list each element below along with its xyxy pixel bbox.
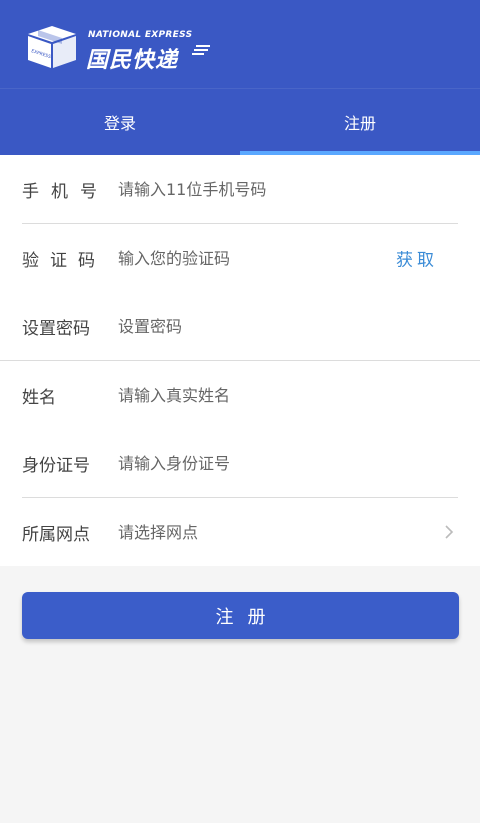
app-header: EXPRESS NATIONAL EXPRESS 国民快递 登录 注册 bbox=[0, 0, 480, 155]
brand-logo: EXPRESS NATIONAL EXPRESS 国民快递 bbox=[26, 24, 226, 73]
register-form: 手机号 验证码 获取 设置密码 姓名 身份证号 所属网点 bbox=[0, 155, 480, 566]
get-code-button[interactable]: 获取 bbox=[396, 246, 438, 271]
register-button[interactable]: 注册 bbox=[22, 592, 459, 639]
speed-lines-icon bbox=[192, 45, 210, 55]
tab-login-label: 登录 bbox=[103, 114, 136, 133]
code-label: 验证码 bbox=[22, 250, 106, 271]
tab-register[interactable]: 注册 bbox=[240, 89, 480, 155]
code-row: 验证码 获取 bbox=[0, 224, 480, 292]
branch-label: 所属网点 bbox=[22, 524, 90, 545]
phone-row: 手机号 bbox=[0, 155, 480, 223]
tab-register-label: 注册 bbox=[343, 114, 376, 133]
phone-label: 手机号 bbox=[22, 181, 109, 202]
id-number-label: 身份证号 bbox=[22, 455, 90, 476]
password-label: 设置密码 bbox=[22, 318, 90, 339]
id-number-row: 身份证号 bbox=[0, 429, 480, 497]
name-row: 姓名 bbox=[0, 361, 480, 429]
password-row: 设置密码 bbox=[0, 292, 480, 360]
brand-chinese-name: 国民快递 bbox=[86, 48, 179, 73]
password-input[interactable] bbox=[118, 306, 378, 346]
id-number-input[interactable] bbox=[118, 443, 378, 483]
auth-tabs: 登录 注册 bbox=[0, 88, 480, 155]
tab-login[interactable]: 登录 bbox=[0, 89, 240, 155]
code-input[interactable] bbox=[118, 238, 378, 278]
name-input[interactable] bbox=[118, 375, 378, 415]
branch-row[interactable]: 所属网点 bbox=[0, 498, 480, 566]
branch-select[interactable] bbox=[118, 512, 378, 552]
chevron-right-icon bbox=[445, 525, 454, 539]
brand-english-name: NATIONAL EXPRESS bbox=[88, 30, 193, 40]
phone-input[interactable] bbox=[118, 169, 378, 209]
name-label: 姓名 bbox=[22, 387, 56, 408]
package-box-icon: EXPRESS bbox=[28, 26, 76, 68]
